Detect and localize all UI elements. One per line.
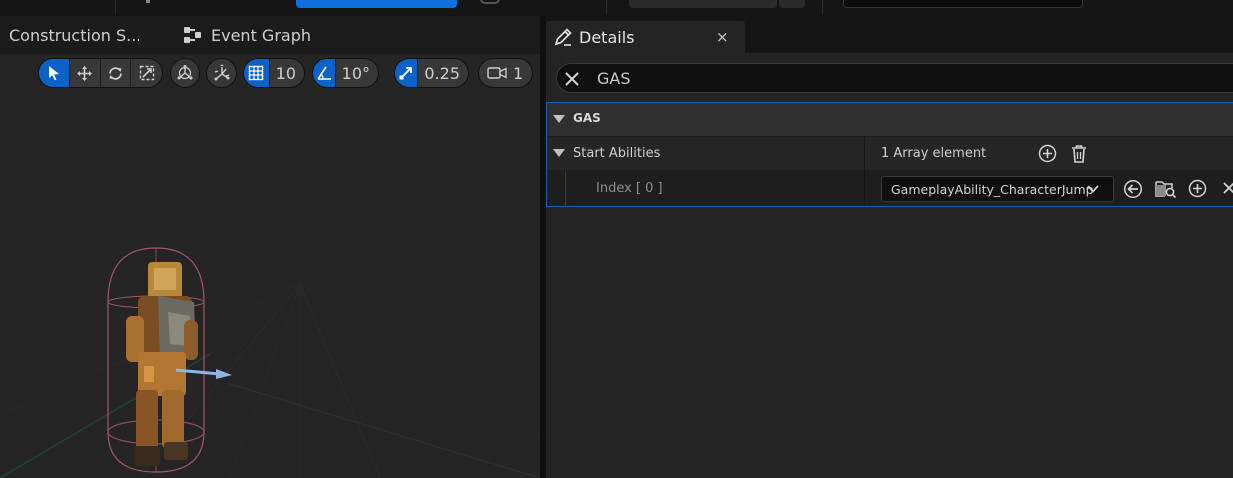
grid-snap-group: 10 [243, 58, 305, 88]
tab-event-graph[interactable]: Event Graph [184, 16, 311, 54]
property-row-start-abilities[interactable]: Start Abilities 1 Array element [547, 136, 1233, 170]
use-selected-icon[interactable] [1123, 179, 1143, 199]
toolbar-field[interactable] [629, 0, 777, 8]
3d-viewport[interactable]: 10 10° 0.25 1 [0, 54, 540, 478]
search-input[interactable]: GAS [597, 69, 631, 88]
grid-icon [249, 65, 264, 81]
property-tree: GAS Start Abilities 1 Array element Inde… [546, 102, 1233, 207]
toolbar-separator [822, 0, 823, 14]
indent-guide [565, 171, 566, 207]
viewport-tab-bar: Construction S... Event Graph [0, 16, 540, 54]
category-label: GAS [573, 111, 601, 125]
transform-tools-group [38, 58, 163, 88]
scale-snap-icon [399, 67, 413, 80]
tab-details-label: Details [579, 27, 635, 47]
surface-snap-toggle[interactable] [206, 58, 237, 88]
rotation-snap-group: 10° [312, 58, 379, 88]
index-label: Index [ 0 ] [596, 181, 663, 196]
surface-snap-icon [214, 64, 229, 81]
dropdown-value: GameplayAbility_CharacterJump [891, 182, 1094, 197]
select-icon [48, 66, 59, 81]
toolbar-separator [606, 0, 607, 14]
scale-snap-toggle[interactable] [395, 59, 419, 87]
expand-arrow-icon[interactable] [553, 149, 565, 157]
column-divider[interactable] [864, 171, 865, 206]
tab-construction-label: Construction S... [9, 25, 139, 45]
pencil-icon [554, 28, 572, 46]
trash-icon[interactable] [1070, 144, 1088, 163]
move-tool-button[interactable] [70, 59, 101, 87]
toolbar-toggle[interactable] [480, 0, 500, 4]
property-label: Start Abilities [573, 146, 661, 161]
camera-speed-value: 1 [513, 63, 524, 83]
rotate-tool-button[interactable] [101, 59, 132, 87]
chevron-down-icon [1087, 185, 1099, 193]
toolbar-fragment [146, 0, 150, 3]
rotate-icon [108, 66, 122, 80]
world-local-icon [177, 65, 193, 80]
browse-icon[interactable] [1155, 179, 1177, 199]
column-divider[interactable] [864, 137, 865, 170]
camera-icon [487, 67, 507, 79]
move-icon [77, 65, 93, 81]
angle-icon [317, 66, 331, 80]
add-circle-icon[interactable] [1188, 179, 1207, 198]
grid-snap-value[interactable]: 10 [270, 64, 304, 83]
ability-class-dropdown[interactable]: GameplayAbility_CharacterJump [881, 176, 1114, 202]
expand-arrow-icon[interactable] [553, 115, 565, 123]
toolbar-field-button[interactable] [779, 0, 805, 8]
viewport-panel: Construction S... Event Graph 10 10° 0.2… [0, 16, 540, 478]
world-local-button[interactable] [171, 59, 199, 87]
tab-construction-script[interactable]: Construction S... [9, 16, 139, 54]
details-search[interactable]: GAS [556, 63, 1233, 93]
details-panel: Details × GAS GAS Start Abilities 1 Arra… [546, 16, 1233, 478]
tab-details[interactable]: Details × [546, 21, 745, 53]
character-preview[interactable] [98, 246, 238, 478]
close-icon[interactable]: × [716, 28, 729, 46]
graph-icon [184, 27, 202, 43]
add-circle-icon[interactable] [1038, 144, 1057, 163]
clear-search-icon[interactable] [563, 70, 581, 88]
top-toolbar-strip [0, 0, 1233, 16]
array-element-row[interactable]: Index [ 0 ] GameplayAbility_CharacterJum… [547, 170, 1233, 207]
array-count: 1 Array element [881, 146, 987, 161]
rotation-snap-toggle[interactable] [313, 59, 336, 87]
scale-snap-group: 0.25 [394, 58, 469, 88]
viewport-toolbar: 10 10° 0.25 1 [0, 58, 540, 88]
floor-grid [0, 283, 540, 478]
scale-tool-button[interactable] [131, 59, 162, 87]
scale-snap-value[interactable]: 0.25 [418, 64, 468, 83]
editor-root: Construction S... Event Graph 10 10° 0.2… [0, 0, 1233, 478]
clear-element-icon[interactable] [1222, 179, 1233, 197]
grid-snap-toggle[interactable] [244, 59, 270, 87]
tab-event-graph-label: Event Graph [211, 25, 311, 45]
surface-snap-button[interactable] [207, 59, 236, 87]
world-local-toggle[interactable] [170, 58, 200, 88]
toolbar-active-button[interactable] [296, 0, 457, 8]
toolbar-input[interactable] [843, 0, 1083, 8]
scale-icon [139, 65, 154, 81]
details-tab-bar: Details × [546, 16, 1233, 53]
rotation-snap-value[interactable]: 10° [336, 64, 378, 83]
category-row-gas[interactable]: GAS [547, 103, 1233, 136]
camera-speed-group[interactable]: 1 [478, 58, 533, 88]
select-tool-button[interactable] [39, 59, 70, 87]
toolbar-separator [115, 0, 116, 14]
